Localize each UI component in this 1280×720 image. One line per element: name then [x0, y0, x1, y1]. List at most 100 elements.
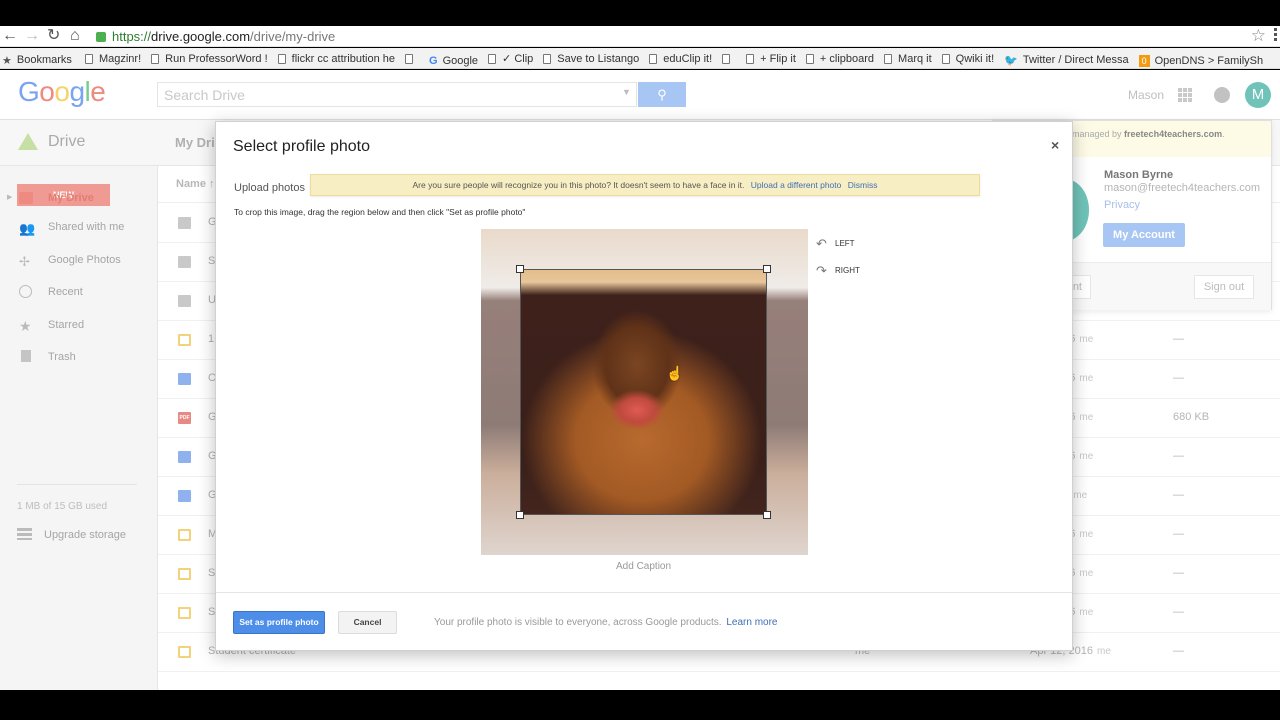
top-letterbox	[0, 0, 1280, 26]
search-input[interactable]: Search Drive	[157, 82, 637, 107]
page-icon	[277, 53, 286, 64]
google-header: Google Search Drive ▼ ⚲ Mason M	[0, 70, 1280, 120]
crop-handle-top-right[interactable]	[763, 265, 771, 273]
divider	[17, 484, 137, 485]
bookmark-item[interactable]: + Flip it	[746, 48, 796, 68]
drive-title: Drive	[48, 133, 86, 150]
bookmark-item[interactable]: ✓ Clip	[488, 48, 533, 68]
hand-cursor-icon: ☝	[666, 365, 684, 381]
upload-photos-tab[interactable]: Upload photos	[234, 182, 305, 194]
home-icon[interactable]: ⌂	[70, 27, 80, 45]
sign-out-button[interactable]: Sign out	[1194, 275, 1254, 299]
opendns-icon: 0	[1138, 54, 1150, 67]
notifications-icon[interactable]	[1214, 87, 1230, 103]
sidebar-item-shared-with-me[interactable]: 👥 Shared with me	[0, 217, 158, 237]
url-scheme: https://	[112, 29, 152, 44]
column-name-header[interactable]: Name ↑	[176, 178, 215, 190]
slides-icon	[178, 334, 191, 346]
back-icon[interactable]: ←	[2, 27, 18, 45]
file-size: —	[1173, 567, 1184, 579]
search-options-icon[interactable]: ▼	[622, 87, 631, 97]
bookmark-item[interactable]: eduClip it!	[649, 48, 712, 68]
bookmark-item[interactable]: flickr cc attribution he	[277, 48, 395, 68]
star-icon: ★	[2, 54, 12, 67]
photo-crop-area[interactable]	[481, 229, 808, 555]
bookmark-item[interactable]: G Google	[429, 50, 478, 68]
browser-menu-icon[interactable]	[1274, 28, 1278, 42]
file-size: —	[1173, 489, 1184, 501]
bookmark-item[interactable]: Qwiki it!	[941, 48, 994, 68]
crop-region[interactable]	[520, 269, 767, 515]
bookmark-item[interactable]: Run ProfessorWord !	[151, 48, 268, 68]
people-icon: 👥	[19, 221, 36, 236]
upload-different-photo-link[interactable]: Upload a different photo	[751, 180, 842, 190]
bookmarks-bar: ★ Bookmarks Magzinr! Run ProfessorWord ! fl…	[0, 48, 1280, 69]
clock-icon	[19, 285, 33, 299]
bookmark-item[interactable]: Magzinr!	[84, 48, 141, 68]
sidebar-item-google-photos[interactable]: ✢ Google Photos	[0, 250, 158, 270]
cancel-button[interactable]: Cancel	[338, 611, 397, 634]
upgrade-storage-link[interactable]: Upgrade storage	[17, 528, 126, 541]
bookmarks-folder[interactable]: ★ Bookmarks	[2, 50, 72, 69]
storage-usage: 1 MB of 15 GB used	[17, 501, 108, 512]
google-logo[interactable]: Google	[18, 76, 106, 108]
folder-icon	[178, 295, 191, 307]
file-size: 680 KB	[1173, 411, 1210, 423]
bookmark-item[interactable]: + clipboard	[805, 48, 874, 68]
bookmark-item[interactable]	[405, 48, 419, 68]
account-name: Mason Byrne	[1104, 169, 1174, 181]
file-size: —	[1173, 333, 1184, 345]
url-path: /drive/my-drive	[250, 29, 336, 44]
add-caption-link[interactable]: Add Caption	[616, 561, 671, 572]
bookmark-item[interactable]	[722, 48, 736, 68]
search-button[interactable]: ⚲	[638, 82, 686, 107]
dismiss-link[interactable]: Dismiss	[848, 180, 878, 190]
page-icon	[746, 53, 755, 64]
page-icon	[941, 53, 950, 64]
doc-icon	[178, 373, 191, 385]
learn-more-link[interactable]: Learn more	[726, 617, 777, 628]
address-bar[interactable]: https://drive.google.com/drive/my-drive	[96, 27, 1246, 46]
my-account-button[interactable]: My Account	[1103, 223, 1185, 247]
star-icon: ★	[19, 318, 32, 334]
dialog-title: Select profile photo	[233, 138, 370, 155]
forward-icon[interactable]: →	[24, 27, 40, 45]
bookmark-item[interactable]: Marq it	[884, 48, 932, 68]
page-icon	[151, 53, 160, 64]
screen: ← → ↻ ⌂ https://drive.google.com/drive/m…	[0, 0, 1280, 720]
slides-icon	[178, 529, 191, 541]
lock-icon	[96, 32, 106, 42]
rotate-left-icon: ↶	[816, 236, 827, 251]
rotate-left-button[interactable]: ↶ LEFT	[816, 236, 855, 252]
bookmark-item[interactable]: 0 OpenDNS > FamilySh	[1138, 50, 1263, 68]
page-icon	[649, 53, 658, 64]
sidebar-item-trash[interactable]: Trash	[0, 347, 158, 367]
my-drive-icon	[19, 191, 33, 205]
drive-logo-icon	[18, 133, 38, 150]
sidebar-item-recent[interactable]: Recent	[0, 282, 158, 302]
reload-icon[interactable]: ↻	[47, 27, 60, 45]
sidebar-item-starred[interactable]: ★ Starred	[0, 315, 158, 335]
expand-arrow-icon[interactable]: ▶	[7, 188, 12, 208]
slides-icon	[178, 607, 191, 619]
close-icon[interactable]: ×	[1051, 137, 1059, 153]
sidebar-item-my-drive[interactable]: ▶ My Drive	[0, 188, 158, 208]
crop-handle-top-left[interactable]	[516, 265, 524, 273]
browser-toolbar: ← → ↻ ⌂ https://drive.google.com/drive/m…	[0, 26, 1280, 47]
divider	[216, 592, 1072, 593]
page-icon	[405, 53, 413, 64]
bookmark-star-icon[interactable]: ☆	[1251, 26, 1266, 46]
bookmark-item[interactable]: Save to Listango	[543, 48, 639, 68]
crop-handle-bottom-left[interactable]	[516, 511, 524, 519]
file-size: —	[1173, 372, 1184, 384]
file-name: 1	[208, 333, 215, 345]
pdf-icon: PDF	[178, 412, 191, 424]
user-name[interactable]: Mason	[1128, 88, 1164, 102]
set-as-profile-photo-button[interactable]: Set as profile photo	[233, 611, 325, 634]
apps-grid-icon[interactable]	[1178, 88, 1192, 102]
avatar[interactable]: M	[1245, 82, 1271, 108]
privacy-link[interactable]: Privacy	[1104, 199, 1140, 211]
bookmark-item[interactable]: 🐦 Twitter / Direct Messa	[1004, 50, 1128, 69]
crop-handle-bottom-right[interactable]	[763, 511, 771, 519]
rotate-right-button[interactable]: ↷ RIGHT	[816, 263, 860, 279]
